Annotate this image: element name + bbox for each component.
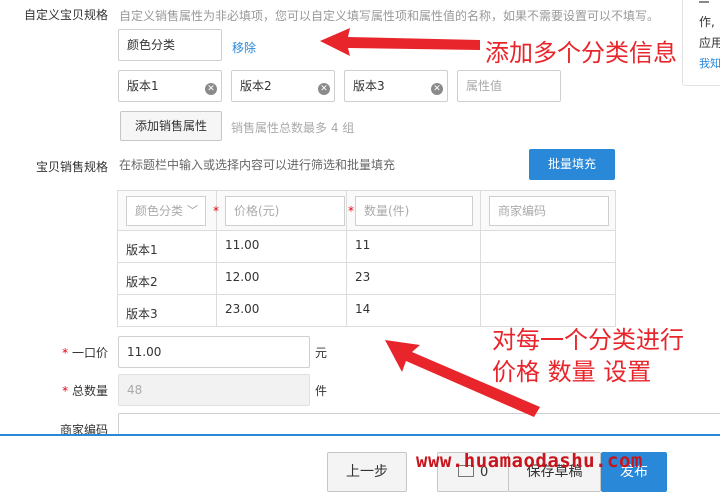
annotation-top: 添加多个分类信息 xyxy=(485,39,677,67)
top-arrow xyxy=(320,28,480,56)
watermark-text: www.huamaodashu.com xyxy=(416,450,643,472)
annotation-bottom-line1: 对每一个分类进行 xyxy=(492,326,684,354)
annotation-arrows xyxy=(320,28,540,417)
annotation-bottom-line2: 价格 数量 设置 xyxy=(492,358,652,386)
prev-step-button[interactable]: 上一步 xyxy=(327,452,407,492)
